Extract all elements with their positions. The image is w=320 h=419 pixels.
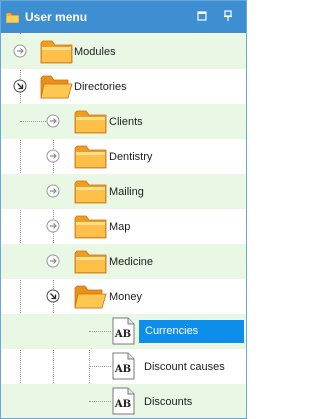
- ab-document-icon: AB: [112, 387, 135, 415]
- user-menu-panel: User menu Modules Directories Clients De…: [0, 0, 247, 419]
- ab-document-icon: AB: [112, 317, 135, 345]
- tree-item-label: Directories: [74, 81, 127, 93]
- tree-item-label: Clients: [109, 116, 143, 128]
- tree-item-label: Currencies: [145, 325, 199, 337]
- tree-item-label: Dentistry: [109, 151, 153, 163]
- collapse-arrow-icon[interactable]: [13, 79, 27, 93]
- folder-icon: [6, 12, 19, 23]
- tree-connector: [89, 366, 111, 367]
- svg-text:AB: AB: [114, 364, 131, 375]
- selected-item-highlight[interactable]: Currencies: [139, 320, 244, 343]
- tree-item-discounts[interactable]: AB Discounts: [1, 384, 246, 418]
- expand-arrow-icon[interactable]: [46, 184, 60, 198]
- tree-item-label: Money: [109, 291, 143, 303]
- tree-item-dentistry[interactable]: Dentistry: [1, 139, 246, 174]
- restore-window-icon[interactable]: [196, 10, 208, 22]
- tree-item-money[interactable]: Money: [1, 279, 246, 314]
- svg-text:AB: AB: [114, 329, 131, 340]
- tree-item-label: Discounts: [144, 396, 193, 408]
- tree-connector: [89, 401, 111, 402]
- pin-icon[interactable]: [222, 10, 234, 22]
- expand-arrow-icon[interactable]: [13, 44, 27, 58]
- tree-item-label: Medicine: [109, 256, 154, 268]
- expand-arrow-icon[interactable]: [46, 254, 60, 268]
- tree-connector: [20, 121, 46, 122]
- tree-item-mailing[interactable]: Mailing: [1, 174, 246, 209]
- folder-icon: [74, 145, 107, 169]
- tree-item-label: Modules: [74, 46, 116, 58]
- panel-titlebar: User menu: [1, 1, 246, 33]
- tree-connector: [89, 331, 111, 332]
- expand-arrow-icon[interactable]: [46, 219, 60, 233]
- tree-item-label: Mailing: [109, 186, 144, 198]
- folder-icon: [74, 110, 107, 134]
- tree-item-label: Discount causes: [144, 361, 225, 373]
- tree-item-map[interactable]: Map: [1, 209, 246, 244]
- folder-open-icon: [74, 285, 107, 309]
- tree-item-clients[interactable]: Clients: [1, 104, 246, 139]
- folder-icon: [40, 40, 73, 64]
- panel-title: User menu: [25, 10, 88, 24]
- folder-icon: [74, 250, 107, 274]
- folder-icon: [74, 180, 107, 204]
- expand-arrow-icon[interactable]: [46, 149, 60, 163]
- tree-item-currencies[interactable]: AB Currencies: [1, 314, 246, 349]
- folder-open-icon: [40, 75, 73, 99]
- svg-text:AB: AB: [114, 399, 131, 410]
- expand-arrow-icon[interactable]: [46, 114, 60, 128]
- tree-item-modules[interactable]: Modules: [1, 34, 246, 69]
- folder-icon: [74, 215, 107, 239]
- ab-document-icon: AB: [112, 352, 135, 380]
- tree-item-discount-causes[interactable]: AB Discount causes: [1, 349, 246, 384]
- tree-item-directories[interactable]: Directories: [1, 69, 246, 104]
- collapse-arrow-icon[interactable]: [46, 289, 60, 303]
- tree-item-label: Map: [109, 221, 131, 233]
- menu-tree: Modules Directories Clients Dentistry Ma…: [1, 33, 246, 418]
- tree-item-medicine[interactable]: Medicine: [1, 244, 246, 279]
